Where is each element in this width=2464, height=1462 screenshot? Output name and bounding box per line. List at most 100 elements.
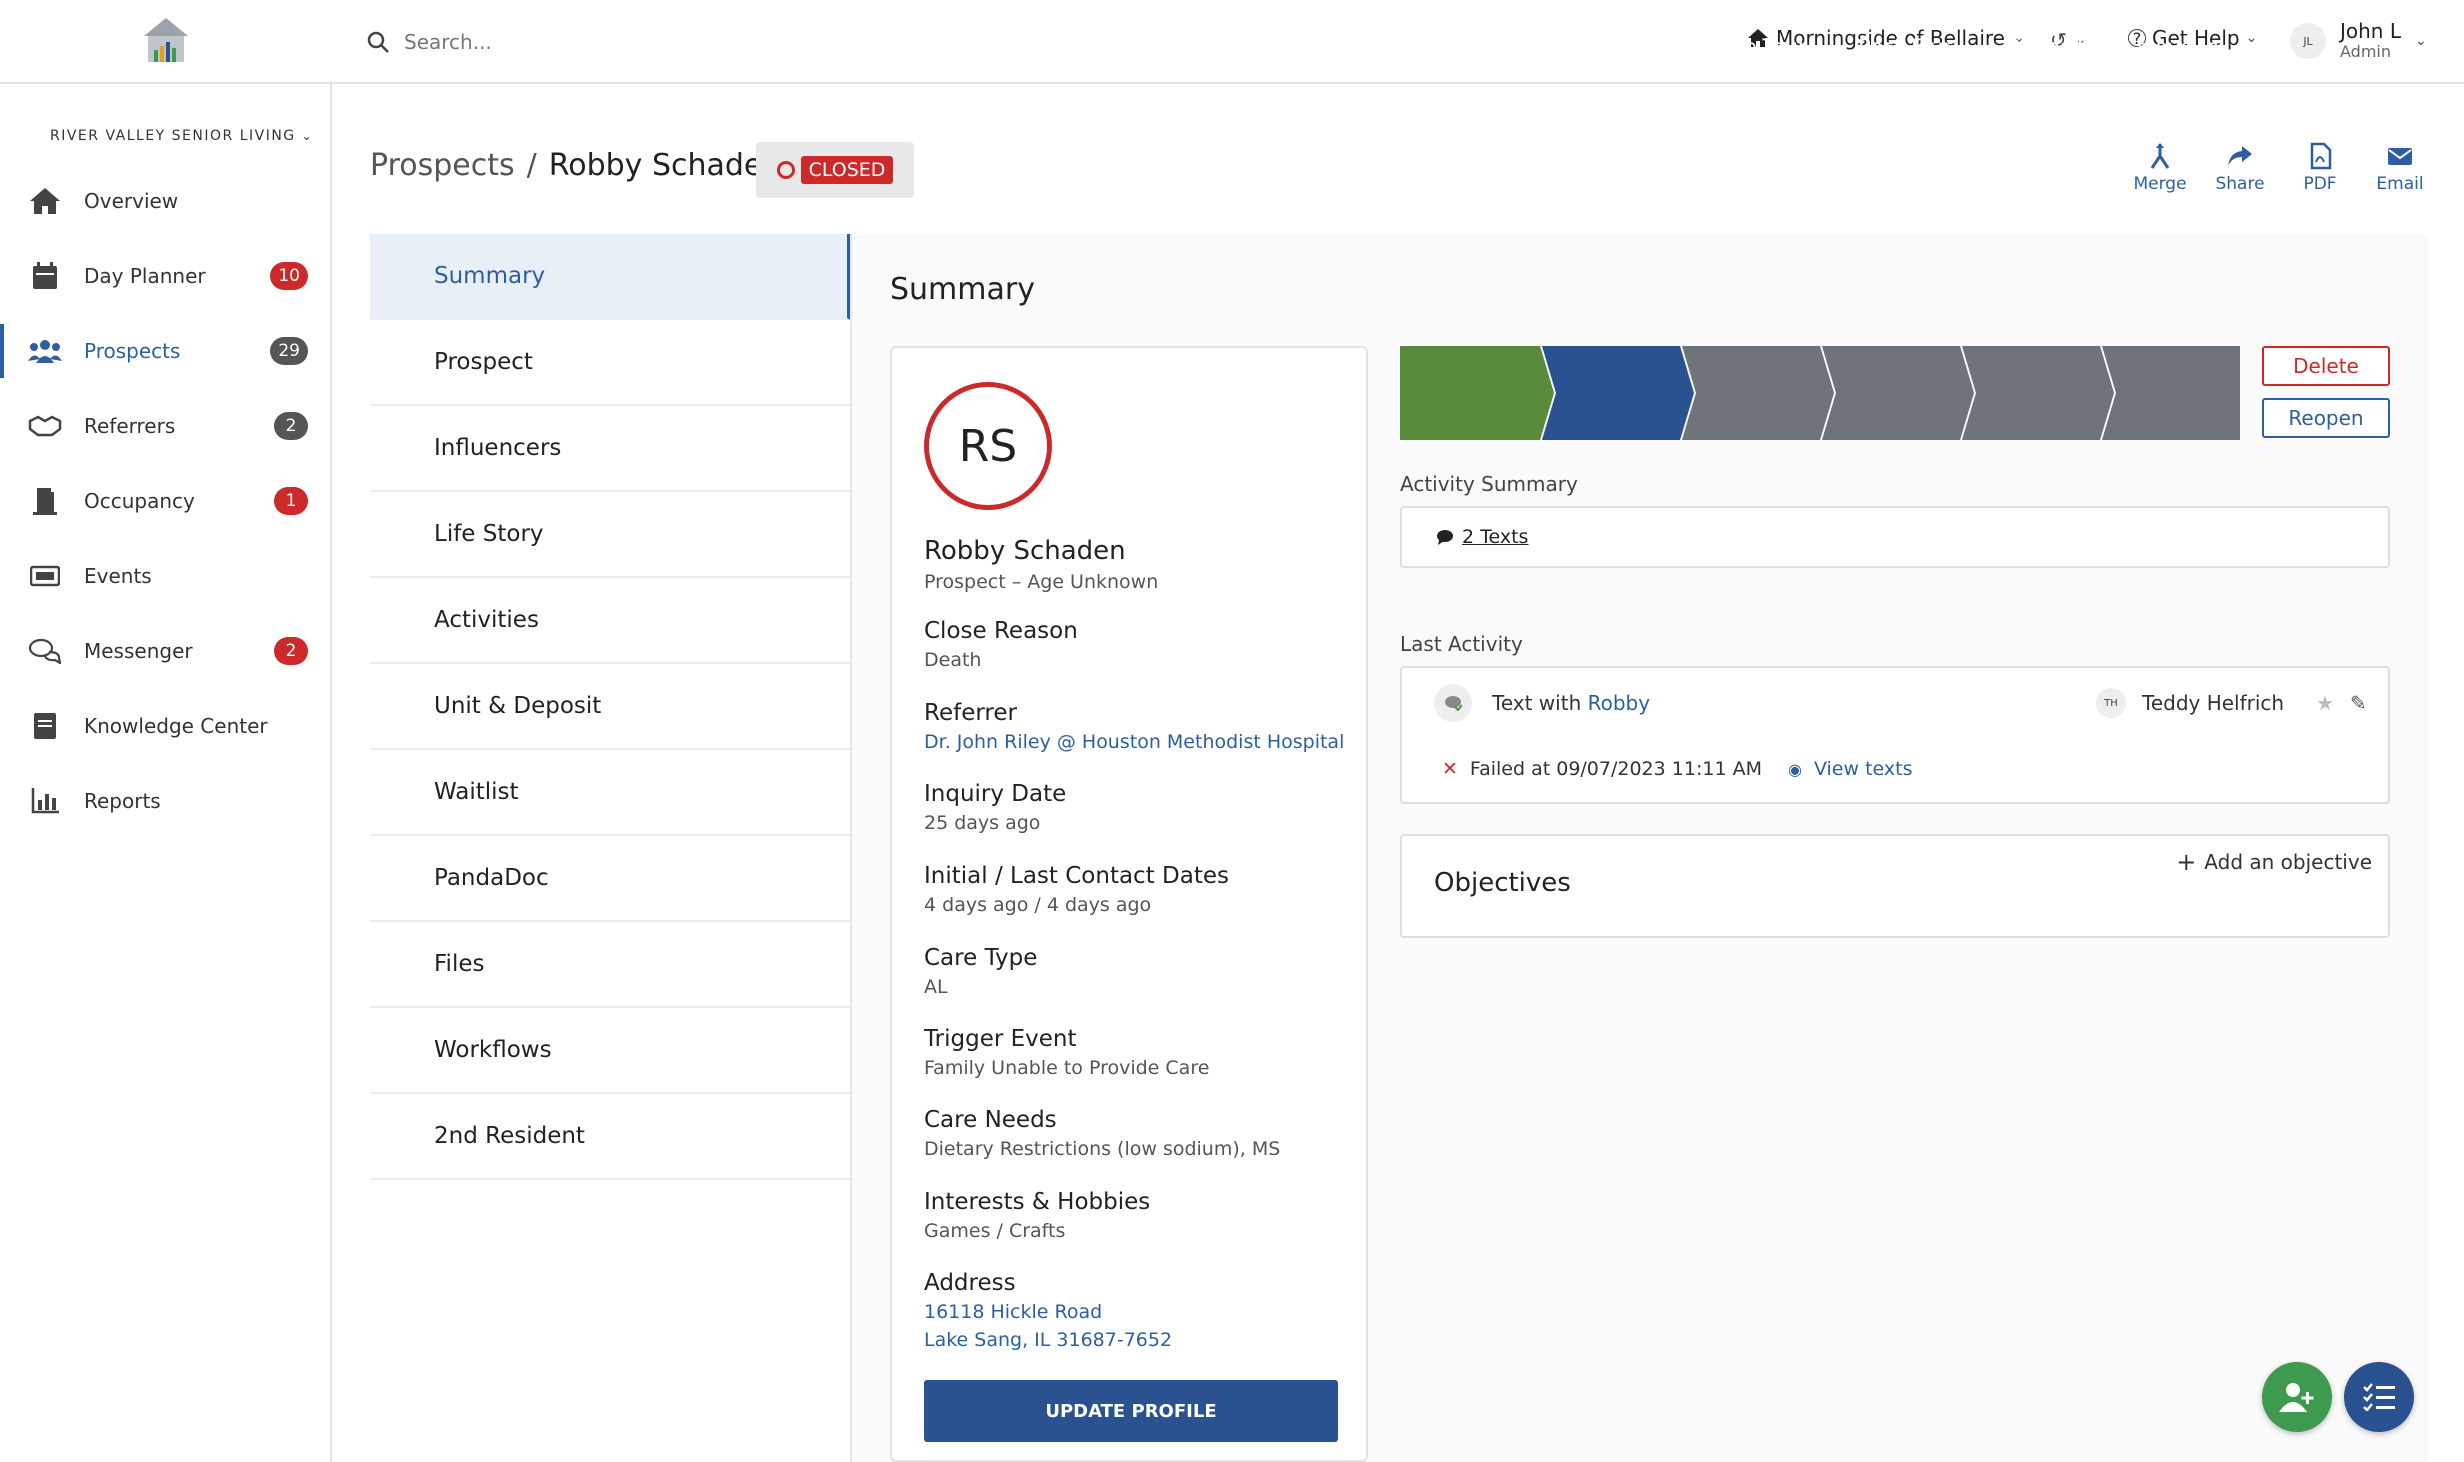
hobbies-label: Interests & Hobbies: [924, 1189, 1151, 1215]
user-role: Admin: [2340, 42, 2391, 61]
tab-waitlist[interactable]: Waitlist: [370, 750, 850, 836]
avatar: TH: [2096, 688, 2126, 718]
stage-post-tour[interactable]: Post-Tour: [1836, 0, 1974, 94]
pdf-label: PDF: [2303, 174, 2337, 194]
stage-inquiry[interactable]: Inquiry: [1400, 0, 1554, 94]
users-icon: [28, 334, 62, 368]
reopen-button[interactable]: Reopen: [2262, 398, 2390, 438]
sidebar-item-label: Events: [84, 564, 152, 588]
inquiry-date-label: Inquiry Date: [924, 781, 1067, 807]
handshake-icon: [28, 409, 62, 443]
chat-icon: [1437, 530, 1453, 545]
care-type-label: Care Type: [924, 945, 1038, 971]
tab-unit-deposit[interactable]: Unit & Deposit: [370, 664, 850, 750]
stage-post-tour-shape[interactable]: [1822, 346, 1974, 440]
care-needs-label: Care Needs: [924, 1107, 1057, 1133]
stage-move-in[interactable]: Move In: [2116, 0, 2240, 94]
inquiry-date-value: 25 days ago: [924, 812, 1041, 834]
texts-link[interactable]: 2 Texts: [1436, 526, 1528, 548]
stage-pre-tour-shape[interactable]: [1682, 346, 1834, 440]
sidebar-item-prospects[interactable]: Prospects 29: [0, 314, 330, 388]
merge-icon: [2150, 143, 2170, 169]
stage-deposit-shape[interactable]: [1962, 346, 2114, 440]
count-badge: 2: [274, 412, 308, 440]
close-reason-value: Death: [924, 649, 982, 671]
tab-workflows[interactable]: Workflows: [370, 1008, 850, 1094]
user-menu[interactable]: JL John L Admin ⌄: [2290, 20, 2427, 62]
add-user-icon: [2279, 1383, 2314, 1412]
tab-life-story[interactable]: Life Story: [370, 492, 850, 578]
prospect-subtitle: Prospect – Age Unknown: [924, 571, 1159, 593]
view-texts-link[interactable]: View texts: [1814, 758, 1913, 780]
sidebar-item-events[interactable]: Events: [0, 539, 330, 613]
activity-contact-link[interactable]: Robby: [1588, 691, 1650, 715]
breadcrumb-prospects-link[interactable]: Prospects: [370, 148, 515, 183]
count-badge: 10: [270, 262, 308, 290]
sidebar-item-label: Overview: [84, 189, 179, 213]
activity-text-with: Text with: [1492, 691, 1582, 715]
section-title: Summary: [890, 272, 1035, 307]
count-badge: 29: [270, 337, 308, 365]
breadcrumb: Prospects / Robby Schaden: [370, 148, 781, 183]
delete-button[interactable]: Delete: [2262, 346, 2390, 386]
referrer-link[interactable]: Dr. John Riley @ Houston Methodist Hospi…: [924, 728, 1354, 756]
checklist-icon: [2363, 1383, 2395, 1411]
activity-row: Text with Robby: [1434, 684, 1650, 722]
search-bar: [366, 24, 804, 60]
page-title: Robby Schaden: [548, 148, 782, 183]
home-icon: [28, 184, 62, 218]
address-line-2[interactable]: Lake Sang, IL 31687-7652: [924, 1326, 1354, 1354]
activity-summary-box: 2 Texts: [1400, 506, 2390, 568]
sidebar-item-label: Messenger: [84, 639, 193, 663]
tab-summary[interactable]: Summary: [370, 234, 850, 320]
profile-card: RS Robby Schaden Prospect – Age Unknown …: [890, 346, 1368, 1462]
update-profile-button[interactable]: UPDATE PROFILE: [924, 1380, 1338, 1442]
user-name: John L: [2340, 19, 2401, 43]
pencil-icon[interactable]: ✎: [2350, 691, 2367, 715]
merge-button[interactable]: Merge: [2133, 142, 2187, 194]
envelope-icon: [2388, 148, 2412, 165]
tab-2nd-resident[interactable]: 2nd Resident: [370, 1094, 850, 1180]
stage-inquiry-shape[interactable]: [1400, 346, 1554, 440]
sidebar-item-messenger[interactable]: Messenger 2: [0, 614, 330, 688]
sidebar: RIVER VALLEY SENIOR LIVING ⌄ Overview Da…: [0, 84, 332, 1462]
tab-activities[interactable]: Activities: [370, 578, 850, 664]
share-button[interactable]: Share: [2214, 142, 2266, 194]
sidebar-item-day-planner[interactable]: Day Planner 10: [0, 239, 330, 313]
pdf-button[interactable]: PDF: [2294, 142, 2346, 194]
logo-icon[interactable]: [140, 16, 192, 66]
sidebar-item-referrers[interactable]: Referrers 2: [0, 389, 330, 463]
add-prospect-button[interactable]: [2262, 1362, 2332, 1432]
pin-icon[interactable]: ★: [2316, 691, 2334, 715]
sidebar-item-reports[interactable]: Reports: [0, 764, 330, 838]
care-needs-value: Dietary Restrictions (low sodium), MS: [924, 1138, 1281, 1160]
hobbies-value: Games / Crafts: [924, 1220, 1066, 1242]
tab-influencers[interactable]: Influencers: [370, 406, 850, 492]
sidebar-item-occupancy[interactable]: Occupancy 1: [0, 464, 330, 538]
task-list-button[interactable]: [2344, 1362, 2414, 1432]
stage-deposit[interactable]: Deposit: [1976, 0, 2114, 94]
stage-connection[interactable]: Connection: [1556, 0, 1694, 94]
trigger-event-label: Trigger Event: [924, 1026, 1077, 1052]
search-input[interactable]: [404, 30, 804, 54]
stage-pre-tour[interactable]: Pre-Tour: [1696, 0, 1834, 94]
sidebar-item-knowledge-center[interactable]: Knowledge Center: [0, 689, 330, 763]
org-selector[interactable]: RIVER VALLEY SENIOR LIVING ⌄: [50, 128, 313, 144]
pdf-icon: [2310, 142, 2332, 170]
close-icon: ✕: [1442, 758, 1458, 780]
email-button[interactable]: Email: [2374, 142, 2426, 194]
add-objective-button[interactable]: + Add an objective: [2176, 848, 2372, 876]
email-label: Email: [2376, 174, 2424, 194]
stage-connection-shape[interactable]: [1542, 346, 1694, 440]
sidebar-item-label: Prospects: [84, 339, 181, 363]
share-label: Share: [2215, 174, 2265, 194]
tab-prospect[interactable]: Prospect: [370, 320, 850, 406]
tab-files[interactable]: Files: [370, 922, 850, 1008]
contact-dates-label: Initial / Last Contact Dates: [924, 863, 1229, 889]
stage-move-in-shape[interactable]: [2102, 346, 2240, 440]
tab-pandadoc[interactable]: PandaDoc: [370, 836, 850, 922]
address-line-1[interactable]: 16118 Hickle Road: [924, 1298, 1354, 1326]
sidebar-item-overview[interactable]: Overview: [0, 164, 330, 238]
plus-icon: +: [2176, 848, 2197, 876]
sidebar-item-label: Reports: [84, 789, 161, 813]
